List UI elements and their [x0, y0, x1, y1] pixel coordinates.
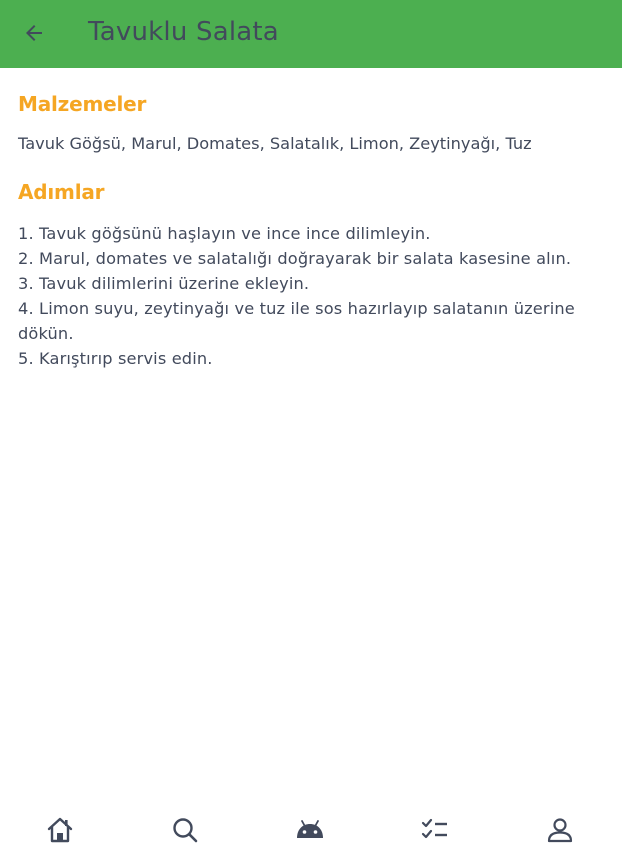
bottom-navigation — [0, 800, 622, 862]
home-icon — [47, 817, 73, 843]
nav-home-button[interactable] — [36, 806, 84, 854]
step-item: 4. Limon suyu, zeytinyağı ve tuz ile sos… — [18, 299, 575, 343]
ingredients-heading: Malzemeler — [18, 92, 147, 116]
app-screen: Tavuklu Salata Malzemeler Tavuk Göğsü, M… — [0, 0, 622, 862]
steps-heading: Adımlar — [18, 180, 105, 204]
ingredients-text: Tavuk Göğsü, Marul, Domates, Salatalık, … — [18, 134, 532, 153]
arrow-left-icon — [26, 25, 42, 41]
step-item: 1. Tavuk göğsünü haşlayın ve ince ince d… — [18, 224, 431, 243]
person-icon — [547, 818, 573, 843]
nav-checklist-button[interactable] — [411, 806, 459, 854]
nav-search-button[interactable] — [161, 806, 209, 854]
checklist-icon — [421, 818, 447, 839]
step-item: 2. Marul, domates ve salatalığı doğrayar… — [18, 249, 572, 268]
android-icon — [297, 820, 323, 838]
nav-profile-button[interactable] — [536, 806, 584, 854]
step-item: 3. Tavuk dilimlerini üzerine ekleyin. — [18, 274, 310, 293]
search-icon — [173, 818, 198, 843]
steps-list: 1. Tavuk göğsünü haşlayın ve ince ince d… — [18, 221, 604, 371]
nav-android-button[interactable] — [286, 806, 334, 854]
top-app-bar: Tavuklu Salata — [0, 0, 622, 68]
recipe-content: Malzemeler Tavuk Göğsü, Marul, Domates, … — [18, 88, 604, 371]
step-item: 5. Karıştırıp servis edin. — [18, 349, 213, 368]
page-title: Tavuklu Salata — [88, 17, 279, 47]
back-button[interactable] — [18, 17, 50, 49]
